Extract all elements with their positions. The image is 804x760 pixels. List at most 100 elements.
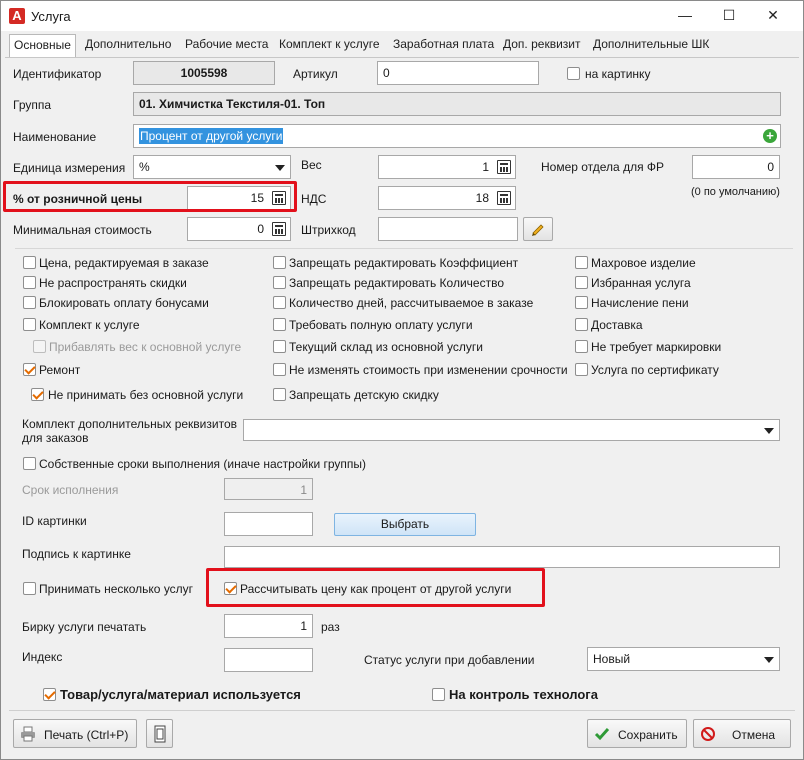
close-button[interactable]: ✕ xyxy=(751,1,795,31)
highlight-calc-percent xyxy=(206,568,545,607)
label-current-warehouse: Текущий склад из основной услуги xyxy=(289,340,483,354)
calculator-icon[interactable] xyxy=(272,222,286,236)
checkbox-no-discounts[interactable] xyxy=(23,276,36,289)
checkbox-no-marking[interactable] xyxy=(575,340,588,353)
label-terry: Махровое изделие xyxy=(591,256,696,270)
app-logo-icon: A xyxy=(9,8,25,24)
vat-input[interactable]: 18 xyxy=(378,186,516,210)
kit-label: Комплект дополнительных реквизитов для з… xyxy=(22,417,237,445)
checkmark-icon xyxy=(594,728,610,741)
checkbox-tech-control[interactable] xyxy=(432,688,445,701)
choose-button[interactable]: Выбрать xyxy=(334,513,476,536)
checkbox-keep-cost[interactable] xyxy=(273,363,286,376)
checkbox-current-warehouse[interactable] xyxy=(273,340,286,353)
label-tech-control: На контроль технолога xyxy=(449,687,598,702)
tab-extra-requisite[interactable]: Доп. реквизит xyxy=(499,34,584,56)
label-own-terms: Собственные сроки выполнения (иначе наст… xyxy=(39,457,367,471)
checkbox-lock-coefficient[interactable] xyxy=(273,256,286,269)
vat-label: НДС xyxy=(301,192,327,206)
checkbox-block-bonus[interactable] xyxy=(23,296,36,309)
main-panel: Идентификатор 1005598 Артикул 0 на карти… xyxy=(3,57,799,709)
unit-select[interactable]: % xyxy=(133,155,291,179)
tab-basic[interactable]: Основные xyxy=(9,34,76,58)
term-input: 1 xyxy=(224,478,313,500)
name-input[interactable]: Процент от другой услуги + xyxy=(133,124,781,148)
barcode-label: Штрихкод xyxy=(301,223,356,237)
id-field: 1005598 xyxy=(133,61,275,85)
article-input[interactable]: 0 xyxy=(377,61,539,85)
printer-icon xyxy=(21,726,35,742)
min-cost-input[interactable]: 0 xyxy=(187,217,291,241)
cancel-button-label: Отмена xyxy=(732,728,776,742)
cancel-button[interactable]: Отмена xyxy=(693,719,791,748)
dept-input[interactable]: 0 xyxy=(692,155,780,179)
status-select[interactable]: Новый xyxy=(587,647,780,671)
name-label: Наименование xyxy=(13,130,97,144)
checkbox-days-count[interactable] xyxy=(273,296,286,309)
pic-caption-label: Подпись к картинке xyxy=(22,547,131,561)
document-icon xyxy=(154,725,165,743)
term-label: Срок исполнения xyxy=(22,483,119,497)
tab-additional[interactable]: Дополнительно xyxy=(81,34,175,56)
kit-select[interactable] xyxy=(243,419,780,441)
label-penalty: Начисление пени xyxy=(591,296,689,310)
checkbox-favorite[interactable] xyxy=(575,276,588,289)
weight-label: Вес xyxy=(301,158,322,172)
article-label: Артикул xyxy=(293,67,338,81)
tab-salary[interactable]: Заработная плата xyxy=(389,34,498,56)
checkbox-no-child-discount[interactable] xyxy=(273,388,286,401)
checkbox-terry[interactable] xyxy=(575,256,588,269)
maximize-button[interactable]: ☐ xyxy=(707,1,751,31)
minimize-button[interactable]: — xyxy=(663,1,707,31)
min-cost-value: 0 xyxy=(257,222,264,236)
dept-hint: (0 по умолчанию) xyxy=(691,186,780,198)
group-field: 01. Химчистка Текстиля-01. Топ xyxy=(133,92,781,116)
save-button[interactable]: Сохранить xyxy=(587,719,687,748)
label-no-without-main: Не принимать без основной услуги xyxy=(48,388,244,402)
name-input-text: Процент от другой услуги xyxy=(139,128,284,144)
on-picture-checkbox[interactable] xyxy=(567,67,580,80)
label-used: Товар/услуга/материал используется xyxy=(60,687,301,702)
tab-extra-barcodes[interactable]: Дополнительные ШК xyxy=(589,34,713,56)
checkbox-editable-price[interactable] xyxy=(23,256,36,269)
weight-input[interactable]: 1 xyxy=(378,155,516,179)
barcode-input[interactable] xyxy=(378,217,518,241)
group-label: Группа xyxy=(13,98,52,112)
checkbox-used[interactable] xyxy=(43,688,56,701)
add-icon[interactable]: + xyxy=(763,129,777,143)
checkbox-service-kit[interactable] xyxy=(23,318,36,331)
calculator-icon[interactable] xyxy=(497,160,511,174)
label-editable-price: Цена, редактируемая в заказе xyxy=(39,256,209,270)
status-label: Статус услуги при добавлении xyxy=(364,653,535,667)
vat-value: 18 xyxy=(475,191,489,205)
tag-input[interactable]: 1 xyxy=(224,614,313,638)
pic-caption-input[interactable] xyxy=(224,546,780,568)
dept-label: Номер отдела для ФР xyxy=(541,160,665,174)
checkbox-full-payment[interactable] xyxy=(273,318,286,331)
checkbox-delivery[interactable] xyxy=(575,318,588,331)
index-input[interactable] xyxy=(224,648,313,672)
label-multi-services: Принимать несколько услуг xyxy=(39,582,194,596)
document-button[interactable] xyxy=(146,719,173,748)
calculator-icon[interactable] xyxy=(497,191,511,205)
tab-kit[interactable]: Комплект к услуге xyxy=(275,34,384,56)
checkbox-repair[interactable] xyxy=(23,363,36,376)
print-button[interactable]: Печать (Ctrl+P) xyxy=(13,719,137,748)
checkbox-no-without-main[interactable] xyxy=(31,388,44,401)
barcode-generate-button[interactable] xyxy=(523,217,553,241)
unit-label: Единица измерения xyxy=(13,161,126,175)
label-days-count: Количество дней, рассчитываемое в заказе xyxy=(289,296,534,310)
label-lock-quantity: Запрещать редактировать Количество xyxy=(289,276,504,290)
chevron-down-icon xyxy=(275,165,285,171)
checkbox-penalty[interactable] xyxy=(575,296,588,309)
checkbox-certificate[interactable] xyxy=(575,363,588,376)
tab-workplaces[interactable]: Рабочие места xyxy=(181,34,272,56)
weight-value: 1 xyxy=(482,160,489,174)
unit-select-value: % xyxy=(139,160,150,174)
checkbox-multi-services[interactable] xyxy=(23,582,36,595)
pic-id-input[interactable] xyxy=(224,512,313,536)
label-keep-cost: Не изменять стоимость при изменении сроч… xyxy=(289,363,568,377)
checkbox-own-terms[interactable] xyxy=(23,457,36,470)
chevron-down-icon xyxy=(764,657,774,663)
checkbox-lock-quantity[interactable] xyxy=(273,276,286,289)
